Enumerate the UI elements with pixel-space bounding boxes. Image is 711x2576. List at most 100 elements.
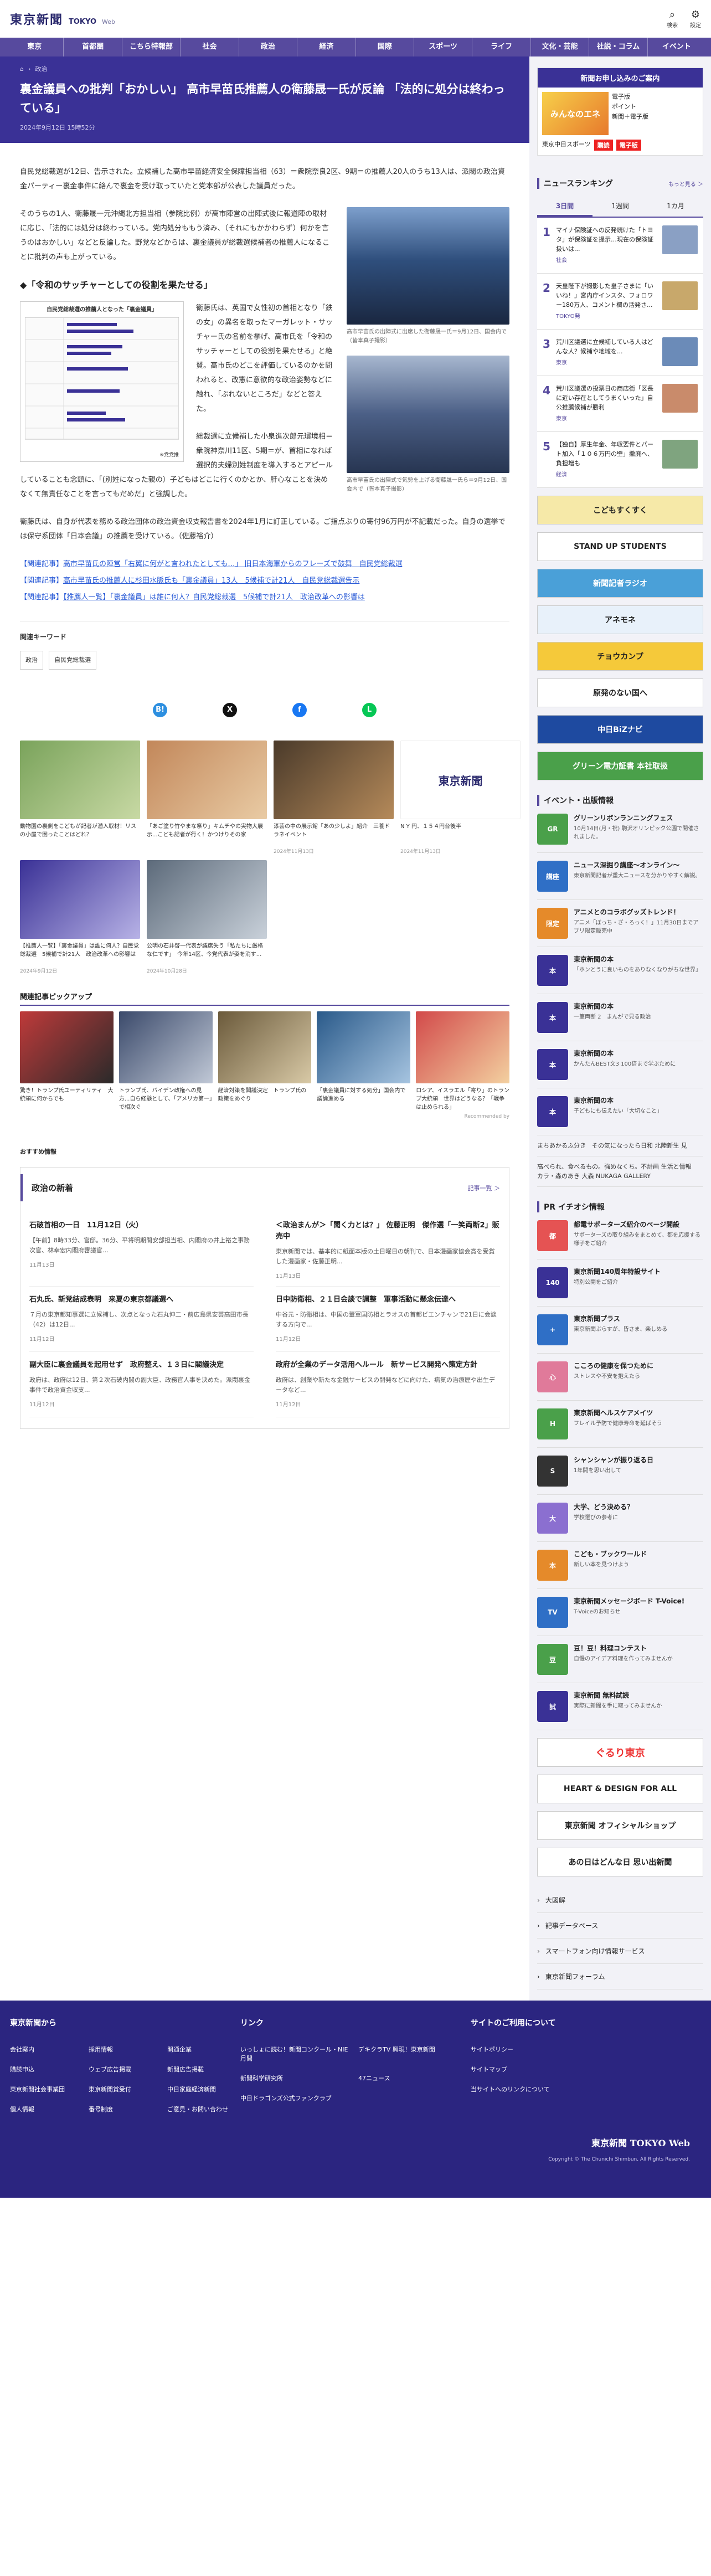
event-item[interactable]: GR グリーンリボンランニングフェス 10月14日(月・祝) 駒沢オリンピック公園で… — [537, 806, 703, 853]
ranking-more-link[interactable]: もっと見る ＞ — [668, 179, 703, 188]
pr-item[interactable]: 140 東京新聞140周年特設サイト 特別公開をご紹介 — [537, 1259, 703, 1307]
photo-image[interactable] — [347, 207, 509, 325]
card[interactable]: 漆芸の中の展示館「あの少しよ」紹介 三養ドラネイベント 2024年11月13日 — [274, 741, 394, 855]
footer-link[interactable]: 当サイトへのリンクについて — [471, 2085, 701, 2094]
news-item[interactable]: 石丸氏、新党結成表明 来夏の東京都議選へ ７月の東京都知事選に立候補し、次点となっ… — [29, 1287, 254, 1352]
pickup-item[interactable]: 驚き！トランプ氏ユーティリティ 大統領に何からでも — [20, 1011, 114, 1112]
more-link[interactable]: 記事一覧 ＞ — [468, 1184, 501, 1192]
keyword-chip[interactable]: 政治 — [20, 651, 43, 670]
related-link[interactable]: 【関連記事】【推薦人一覧】「裏金議員」は誰に何人？自民党総裁選 5候補で計21人… — [20, 590, 509, 605]
card[interactable]: 東京新聞 N Y 円、１５４円台後半 2024年11月13日 — [400, 741, 521, 855]
nav-item[interactable]: 社説・コラム — [589, 38, 648, 56]
footer-link[interactable]: 中日家庭経済新聞 — [167, 2085, 240, 2094]
ranking-item[interactable]: 4 荒川区議選の投票日の商店街「区長に近い存在としてうまくいった」自公推薦候補が勝… — [537, 376, 703, 432]
bottom-banner[interactable]: HEART & DESIGN FOR ALL — [537, 1775, 703, 1803]
footer-link[interactable]: サイトマップ — [471, 2065, 701, 2074]
breadcrumb-section[interactable]: 政治 — [35, 64, 47, 73]
related-link[interactable]: 【関連記事】高市早苗氏の陣営「右翼に何がと言われたとしても…」 旧日本海軍からの… — [20, 557, 509, 572]
event-item[interactable]: 本東京新聞の本 子どもにも伝えたい「大切なこと」 — [537, 1088, 703, 1135]
side-link[interactable]: › スマートフォン向け情報サービス — [537, 1939, 703, 1964]
footer-link[interactable]: 東京新聞賞受付 — [89, 2085, 162, 2094]
footer-logo[interactable]: 東京新聞 TOKYO Web — [10, 2136, 690, 2149]
bottom-banner[interactable]: ぐるり東京 — [537, 1738, 703, 1767]
footer-link[interactable]: サイトポリシー — [471, 2045, 701, 2054]
pr-item[interactable]: 試東京新聞 無料試読 実際に新聞を手に取ってみませんか — [537, 1683, 703, 1730]
footer-link[interactable]: 47ニュース — [358, 2074, 471, 2083]
side-link[interactable]: › 記事データベース — [537, 1913, 703, 1939]
subscription-ad[interactable]: 新聞お申し込みのご案内 みんなのエネ 電子版 ポイント 新聞＋電子版 東京中日ス… — [537, 68, 703, 156]
ranking-item[interactable]: 2 天皇陛下が撮影した皇子さまに「いいね！」宮内庁インスタ、フォロワー180万人、… — [537, 274, 703, 330]
pr-item[interactable]: 都都電サポーターズ紹介のページ開設 サポーターズの取り組みをまとめて、都を応援する… — [537, 1212, 703, 1259]
x-icon[interactable]: X — [223, 703, 237, 717]
nav-item[interactable]: 国際 — [356, 38, 414, 56]
event-item[interactable]: 本東京新聞の本 かんたんBEST文3 100倍まで学ぶために — [537, 1041, 703, 1088]
pickup-item[interactable]: ロシア、イスラエル「寄り」のトランプ大統領 世界はどうなる？「戦争は止められる」 — [416, 1011, 509, 1112]
bottom-banner[interactable]: 東京新聞 オフィシャルショップ — [537, 1811, 703, 1840]
footer-link[interactable]: 採用情報 — [89, 2045, 162, 2054]
bottom-banner[interactable]: あの日はどんな日 思い出新聞 — [537, 1848, 703, 1876]
footer-link[interactable]: 個人情報 — [10, 2105, 83, 2114]
footer-link[interactable]: デキクラTV 興現！東京新聞 — [358, 2045, 471, 2063]
ranking-item[interactable]: 1 マイナ保険証への反発続けた「トヨタ」が保険証を提示…現在の保険証扱いは... 社… — [537, 218, 703, 274]
pr-item[interactable]: 大大学、どう決める？ 学校選びの参考に — [537, 1495, 703, 1542]
card[interactable]: 【推薦人一覧】「裏金議員」は誰に何人？自民党総裁選 5候補で計21人 政治改革へ… — [20, 860, 140, 974]
event-item[interactable]: 本東京新聞の本 一筆両断 2 まんがで見る政治 — [537, 994, 703, 1041]
pr-item[interactable]: H 東京新聞ヘルスケアメイツ フレイル予防で健康寿命を延ばそう — [537, 1401, 703, 1448]
pickup-item[interactable]: 経済対策を閣議決定 トランプ氏の政策をめぐり — [218, 1011, 312, 1112]
news-item[interactable]: ＜政治まんが＞「聞く力とは？」 佐藤正明 傑作選「一笑両断2」販売中 東京新聞では… — [276, 1212, 500, 1287]
banner[interactable]: 中日BiZナビ — [537, 715, 703, 744]
card[interactable]: 動物園の裏側をこどもが記者が潜入取材！リスの小屋で困ったことはどれ？ — [20, 741, 140, 855]
card[interactable]: 公明の石井啓一代表が議席失う「私たちに厳格な仁です」 今年14区、今党代表が姿を… — [147, 860, 267, 974]
pr-item[interactable]: + 東京新聞プラス 東京新聞ぷらすが、皆さま、楽しめる — [537, 1307, 703, 1354]
banner[interactable]: チョウカンプ — [537, 642, 703, 671]
footer-link[interactable]: ウェブ広告掲載 — [89, 2065, 162, 2074]
related-link[interactable]: 【関連記事】高市早苗氏の推薦人に杉田水脈氏も「裏金議員」13人 5候補で計21人… — [20, 574, 509, 588]
banner[interactable]: 新聞記者ラジオ — [537, 569, 703, 598]
pickup-item[interactable]: トランプ氏、バイデン政権への見方...自ら経験として、「アメリカ第一」で相次ぐ — [118, 1011, 213, 1112]
banner[interactable]: こどもすくすく — [537, 496, 703, 525]
nav-item[interactable]: 首都圏 — [64, 38, 122, 56]
pr-item[interactable]: S シャンシャンが振り返る日 1年間を思い出して — [537, 1448, 703, 1495]
pr-text-link[interactable]: 高べられ、食べるもの。強めなくち。不計画 生活と情報 カラ・森のあき 大森 NU… — [537, 1156, 703, 1187]
footer-link[interactable]: 中日ドラゴンズ公式ファンクラブ — [240, 2094, 353, 2102]
footer-link[interactable]: ご意見・お問い合わせ — [167, 2105, 240, 2114]
pr-item[interactable]: TV 東京新聞メッセージボード T-Voice! T-Voiceのお知らせ — [537, 1589, 703, 1636]
list-graphic[interactable]: 自民党総裁選の推薦人となった「裏金議員」 ※党党推 — [20, 301, 184, 462]
related-text[interactable]: 高市早苗氏の陣営「右翼に何がと言われたとしても…」 旧日本海軍からのフレーズで鼓… — [63, 560, 403, 568]
tab-1week[interactable]: 1週間 — [592, 197, 648, 217]
banner[interactable]: STAND UP STUDENTS — [537, 532, 703, 561]
related-text[interactable]: 高市早苗氏の推薦人に杉田水脈氏も「裏金議員」13人 5候補で計21人 自民党総裁… — [63, 577, 359, 585]
banner[interactable]: グリーン電力証書 本社取扱 — [537, 752, 703, 780]
footer-link[interactable]: 購読申込 — [10, 2065, 83, 2074]
tab-1month[interactable]: 1カ月 — [648, 197, 703, 217]
photo-image[interactable] — [347, 356, 509, 473]
nav-item[interactable]: 社会 — [181, 38, 239, 56]
ranking-item[interactable]: 5 【独自】厚生年金、年収要件とパート加入「１０６万円の壁」撤廃へ、負担増も 経済 — [537, 432, 703, 488]
site-logo[interactable]: 東京新聞 TOKYO Web — [10, 10, 115, 28]
footer-link[interactable]: 開通企業 — [167, 2045, 240, 2054]
pickup-item[interactable]: 「裏金議員に対する処分」国会内で議論進める — [317, 1011, 411, 1112]
banner[interactable]: アネモネ — [537, 605, 703, 634]
news-item[interactable]: 政府が全業のデータ活用ヘルール 新サービス開発へ策定方針 政府は、創業や新たな金融… — [276, 1352, 500, 1417]
line-icon[interactable]: L — [362, 703, 377, 717]
footer-link[interactable]: 新聞広告掲載 — [167, 2065, 240, 2074]
nav-item[interactable]: イベント — [648, 38, 705, 56]
nav-item[interactable]: スポーツ — [414, 38, 473, 56]
news-item[interactable]: 石破首相の一日 11月12日（火） 【午前】8時33分、官邸。36分、平将明期間安… — [29, 1212, 254, 1287]
facebook-icon[interactable]: f — [292, 703, 307, 717]
banner[interactable]: 原発のない国へ — [537, 678, 703, 707]
nav-item[interactable]: 東京 — [6, 38, 64, 56]
footer-link[interactable]: いっしょに読む！新聞コンクール・NIE月間 — [240, 2045, 353, 2063]
nav-item[interactable]: 政治 — [239, 38, 298, 56]
nav-item[interactable]: 文化・芸能 — [531, 38, 590, 56]
ranking-item[interactable]: 3 荒川区議選に立候補している人はどんな人？候補や地域を... 東京 — [537, 330, 703, 376]
nav-item[interactable]: ライフ — [472, 38, 531, 56]
home-icon[interactable]: ⌂ — [20, 65, 24, 73]
hatena-icon[interactable]: B! — [153, 703, 167, 717]
nav-item[interactable]: 経済 — [297, 38, 356, 56]
search-button[interactable]: ⌕ 検索 — [667, 9, 678, 29]
pr-item[interactable]: 本こども・ブックワールド 新しい本を見つけよう — [537, 1542, 703, 1589]
settings-button[interactable]: ⚙ 設定 — [690, 9, 701, 29]
footer-link[interactable]: 東京新聞社会事業団 — [10, 2085, 83, 2094]
side-link[interactable]: › 東京新聞フォーラム — [537, 1964, 703, 1989]
